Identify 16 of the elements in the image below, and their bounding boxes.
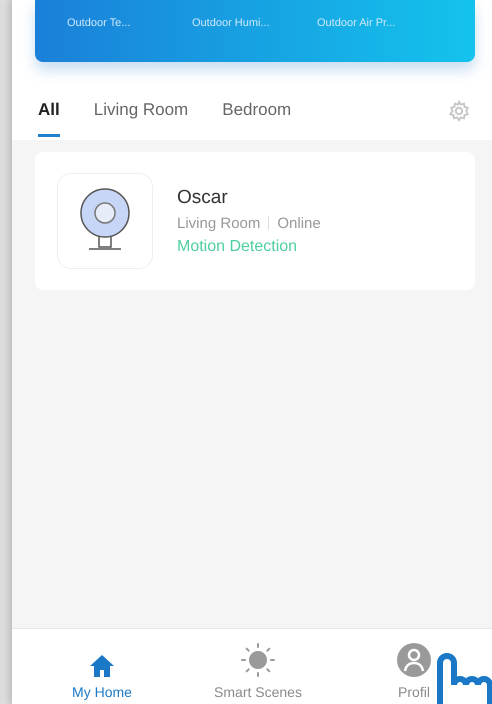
profile-icon <box>396 642 432 678</box>
device-status: Online <box>277 214 321 232</box>
weather-label: Outdoor Air Pr... <box>317 17 396 29</box>
room-tab[interactable]: Living Room <box>94 100 188 137</box>
weather-label: Outdoor Humi... <box>192 17 271 29</box>
settings-icon[interactable] <box>448 100 470 122</box>
home-icon <box>89 654 115 678</box>
room-tab[interactable]: All <box>38 100 60 137</box>
device-event: Motion Detection <box>177 238 298 256</box>
weather-label: Outdoor Te... <box>67 17 132 29</box>
room-tab[interactable]: Bedroom <box>222 100 292 137</box>
nav-tab[interactable]: Smart Scenes <box>180 637 336 704</box>
sun-icon <box>240 642 276 678</box>
device-room: Living Room <box>177 214 260 232</box>
nav-tab[interactable]: My Home <box>24 637 180 704</box>
device-name: Oscar <box>177 186 229 208</box>
